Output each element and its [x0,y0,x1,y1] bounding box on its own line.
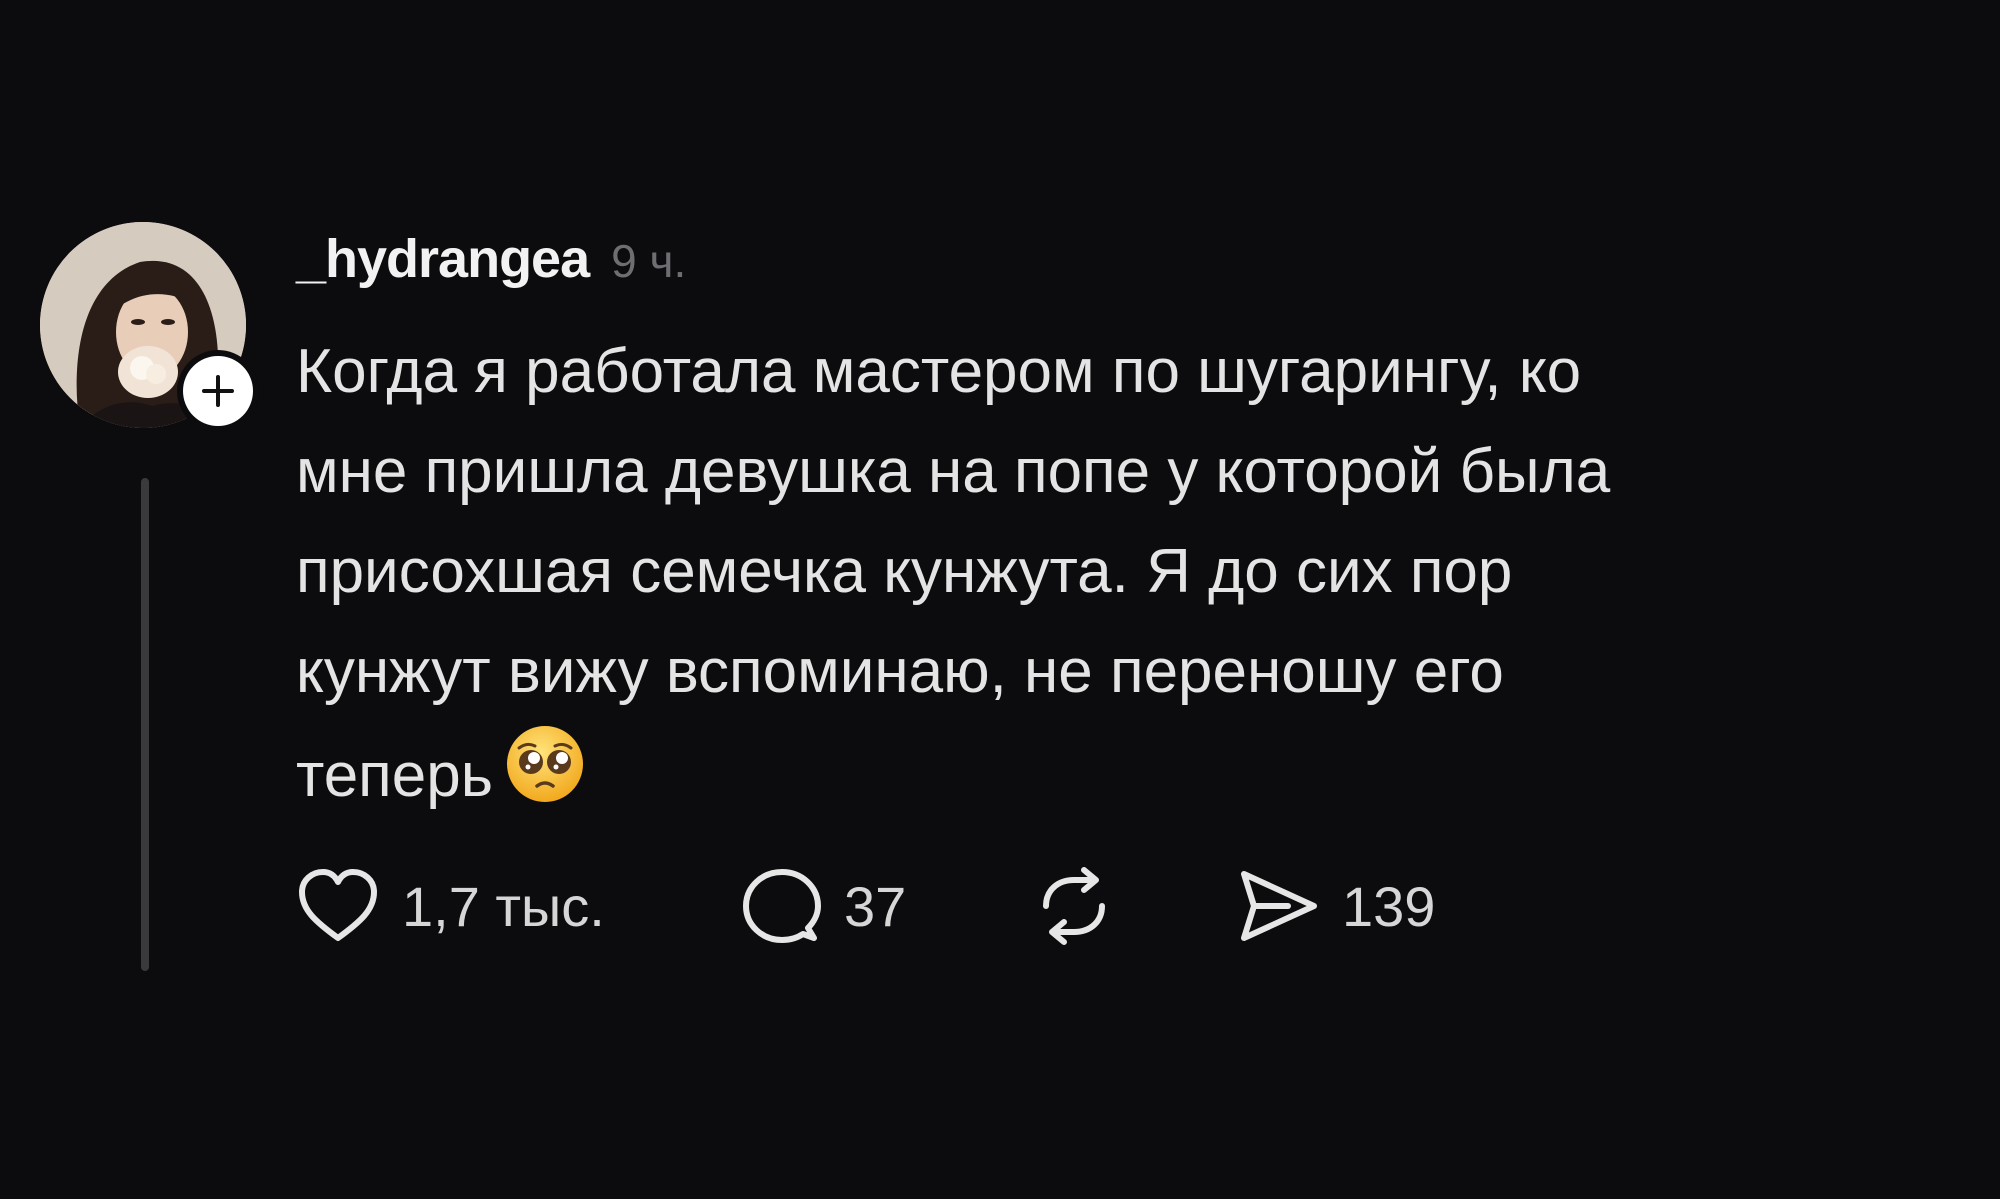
post-text-line: мне пришла девушка на попе у которой был… [296,437,1611,506]
post-text-line: кунжут вижу вспоминаю, не переношу его [296,637,1504,706]
post-header: _hydrangea 9 ч. [296,228,686,292]
like-count: 1,7 тыс. [402,874,605,938]
thread-line [141,478,149,971]
username[interactable]: _hydrangea [296,228,590,290]
post-card: _hydrangea 9 ч. Когда я работала мастеро… [0,0,2000,1199]
send-icon [1236,866,1320,946]
pleading-face-emoji [503,722,587,836]
post-text-last-line: теперь [296,722,1916,822]
post-time: 9 ч. [611,235,687,287]
post-text-line: Когда я работала мастером по шугарингу, … [296,337,1582,406]
post-text: Когда я работала мастером по шугарингу, … [296,322,1916,822]
post-text-line: присохшая семечка кунжута. Я до сих пор [296,537,1513,606]
heart-icon [296,868,380,944]
follow-button-circle [183,356,253,426]
repost-arrows-icon [1032,866,1116,946]
comment-bubble-icon [742,866,822,946]
plus-icon [202,375,234,407]
reply-count: 37 [844,874,907,938]
repost-button[interactable] [1032,866,1116,946]
reply-button[interactable]: 37 [742,866,906,946]
post-text-line: теперь [296,741,494,810]
share-count: 139 [1342,874,1436,938]
share-button[interactable]: 139 [1236,866,1435,946]
follow-button[interactable] [177,350,259,432]
like-button[interactable]: 1,7 тыс. [296,866,605,946]
